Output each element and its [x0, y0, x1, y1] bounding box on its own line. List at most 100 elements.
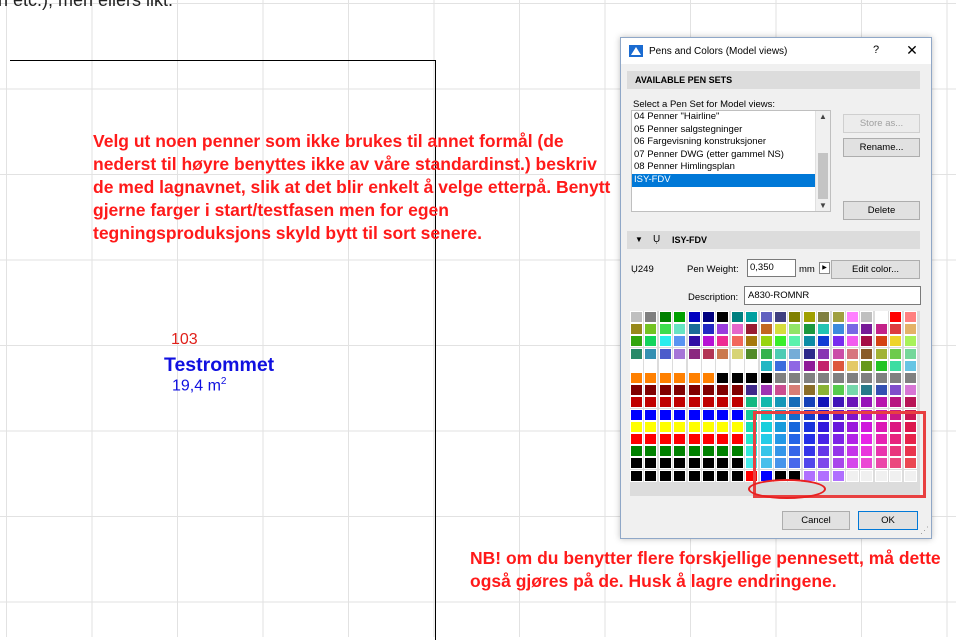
pen-swatch[interactable]	[687, 347, 701, 360]
ok-button[interactable]: OK	[858, 511, 918, 530]
pen-swatch[interactable]	[817, 408, 831, 421]
pen-swatch[interactable]	[774, 359, 787, 372]
unit-dropdown-icon[interactable]: ▶	[819, 262, 830, 274]
pen-swatch[interactable]	[745, 347, 759, 360]
pen-swatch[interactable]	[730, 335, 744, 348]
pen-swatch[interactable]	[730, 433, 744, 445]
pen-swatch[interactable]	[630, 420, 643, 433]
pen-swatch[interactable]	[716, 433, 730, 445]
pen-swatch[interactable]	[745, 420, 759, 433]
pen-swatch[interactable]	[774, 396, 787, 409]
pen-swatch[interactable]	[759, 359, 773, 372]
pen-swatch[interactable]	[874, 384, 888, 397]
pen-swatch[interactable]	[702, 347, 715, 360]
pen-swatch[interactable]	[673, 396, 687, 409]
pen-swatch[interactable]	[745, 359, 759, 372]
pen-swatch[interactable]	[730, 457, 744, 470]
pen-swatch[interactable]	[860, 311, 874, 323]
pen-swatch[interactable]	[846, 420, 859, 433]
pen-swatch[interactable]	[745, 433, 759, 445]
current-pen-set-header[interactable]: ▼ Ụ ISY-FDV	[627, 231, 920, 249]
pen-swatch[interactable]	[831, 420, 845, 433]
scroll-up-icon[interactable]: ▲	[819, 112, 827, 121]
pen-swatch[interactable]	[702, 323, 715, 336]
pen-swatch[interactable]	[846, 335, 859, 348]
pen-swatch[interactable]	[774, 469, 787, 482]
pen-swatch[interactable]	[673, 384, 687, 397]
pen-set-item[interactable]: 05 Penner salgstegninger	[632, 124, 830, 137]
pen-swatch[interactable]	[673, 347, 687, 360]
pen-swatch[interactable]	[702, 457, 715, 470]
pen-set-item[interactable]: 06 Fargevisning konstruksjoner	[632, 136, 830, 149]
pen-swatch[interactable]	[716, 396, 730, 409]
pen-swatch[interactable]	[831, 323, 845, 336]
pen-swatch[interactable]	[774, 335, 787, 348]
pen-swatch[interactable]	[831, 457, 845, 470]
pen-swatch[interactable]	[817, 469, 831, 482]
pen-swatch[interactable]	[860, 323, 874, 336]
pen-swatch[interactable]	[874, 408, 888, 421]
edit-color-button[interactable]: Edit color...	[831, 260, 920, 279]
pen-swatch[interactable]	[889, 335, 903, 348]
pen-swatch[interactable]	[788, 433, 802, 445]
pen-swatch[interactable]	[630, 433, 643, 445]
pen-swatch[interactable]	[817, 335, 831, 348]
pen-swatch[interactable]	[687, 359, 701, 372]
pen-swatch[interactable]	[889, 469, 903, 482]
pen-swatch[interactable]	[702, 396, 715, 409]
pen-swatch[interactable]	[673, 420, 687, 433]
pen-swatch[interactable]	[831, 311, 845, 323]
pen-set-item[interactable]: 04 Penner "Hairline"	[632, 111, 830, 124]
pen-swatch[interactable]	[658, 433, 672, 445]
pen-swatch[interactable]	[687, 469, 701, 482]
pen-swatch[interactable]	[774, 372, 787, 384]
pen-list-scrollbar[interactable]: ▲ ▼	[815, 111, 830, 211]
pen-swatch[interactable]	[716, 335, 730, 348]
pen-swatch[interactable]	[874, 457, 888, 470]
pen-swatch[interactable]	[658, 384, 672, 397]
pen-swatch[interactable]	[874, 396, 888, 409]
pen-swatch[interactable]	[687, 323, 701, 336]
pen-swatch[interactable]	[903, 335, 917, 348]
pen-swatch[interactable]	[630, 335, 643, 348]
pen-swatch[interactable]	[831, 396, 845, 409]
pen-swatch[interactable]	[903, 469, 917, 482]
pen-swatch[interactable]	[788, 469, 802, 482]
pen-swatch[interactable]	[716, 445, 730, 458]
pen-swatch[interactable]	[846, 311, 859, 323]
pen-swatch[interactable]	[630, 359, 643, 372]
pen-swatch[interactable]	[687, 433, 701, 445]
pen-swatch[interactable]	[831, 384, 845, 397]
pen-swatch[interactable]	[846, 445, 859, 458]
pen-swatch[interactable]	[759, 433, 773, 445]
pen-swatch[interactable]	[903, 384, 917, 397]
help-button[interactable]: ?	[869, 44, 883, 56]
pen-swatch[interactable]	[817, 372, 831, 384]
pen-swatch[interactable]	[802, 457, 816, 470]
pen-swatch[interactable]	[730, 311, 744, 323]
pen-swatch[interactable]	[673, 457, 687, 470]
pen-swatch[interactable]	[630, 372, 643, 384]
pen-swatch[interactable]	[745, 323, 759, 336]
pen-swatch[interactable]	[658, 347, 672, 360]
pen-swatch[interactable]	[730, 420, 744, 433]
pen-swatch[interactable]	[759, 347, 773, 360]
pen-swatch[interactable]	[831, 469, 845, 482]
pen-set-item[interactable]: 08 Penner Himlingsplan	[632, 161, 830, 174]
pen-swatch[interactable]	[831, 335, 845, 348]
pen-swatch[interactable]	[889, 408, 903, 421]
pen-swatch[interactable]	[788, 445, 802, 458]
pen-swatch[interactable]	[802, 469, 816, 482]
pen-swatch[interactable]	[658, 335, 672, 348]
pen-swatch[interactable]	[759, 311, 773, 323]
pen-swatch[interactable]	[817, 311, 831, 323]
pen-swatch[interactable]	[817, 323, 831, 336]
pen-swatch[interactable]	[716, 347, 730, 360]
pen-swatch[interactable]	[716, 420, 730, 433]
pen-swatch[interactable]	[702, 311, 715, 323]
pen-swatch[interactable]	[802, 335, 816, 348]
pen-swatch[interactable]	[745, 457, 759, 470]
pen-swatch[interactable]	[817, 420, 831, 433]
pen-swatch[interactable]	[846, 372, 859, 384]
pen-swatch[interactable]	[702, 384, 715, 397]
